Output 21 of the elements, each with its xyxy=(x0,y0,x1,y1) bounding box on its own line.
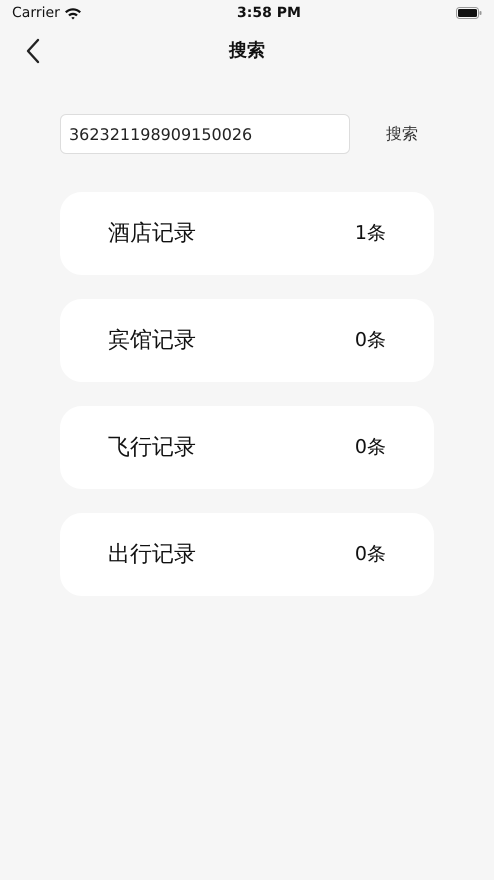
record-label: 出行记录 xyxy=(108,541,196,569)
carrier-label: Carrier xyxy=(12,4,60,22)
record-count: 0条 xyxy=(354,435,386,460)
search-button[interactable]: 搜索 xyxy=(380,121,424,147)
record-label: 酒店记录 xyxy=(108,220,196,248)
record-card[interactable]: 酒店记录 1条 xyxy=(60,192,434,275)
record-card[interactable]: 宾馆记录 0条 xyxy=(60,299,434,382)
record-count: 0条 xyxy=(354,542,386,568)
status-time: 3:58 PM xyxy=(237,4,301,22)
record-count: 0条 xyxy=(354,328,386,354)
record-label: 飞行记录 xyxy=(108,434,196,462)
record-count: 1条 xyxy=(354,221,386,246)
back-button[interactable] xyxy=(26,38,40,64)
search-field[interactable]: 362321198909150026 xyxy=(60,114,350,154)
record-card[interactable]: 飞行记录 0条 xyxy=(60,406,434,489)
record-card[interactable]: 出行记录 0条 xyxy=(60,513,434,596)
record-label: 宾馆记录 xyxy=(108,327,196,355)
page-title: 搜索 xyxy=(229,38,265,62)
battery-icon xyxy=(456,7,482,19)
wifi-icon xyxy=(64,6,82,20)
back-icon xyxy=(26,38,40,64)
